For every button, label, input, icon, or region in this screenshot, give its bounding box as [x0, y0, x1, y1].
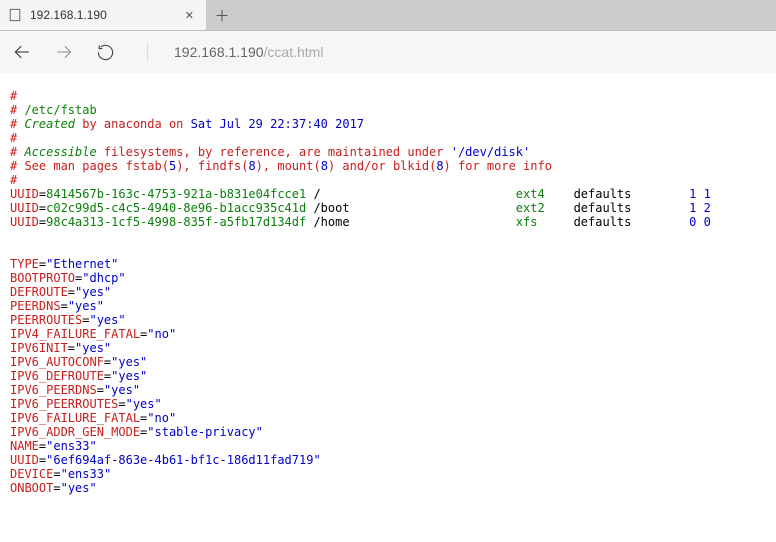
ifcfg-line: PEERDNS — [10, 299, 61, 313]
tab-bar: 192.168.1.190 ✕ ＋ — [0, 0, 776, 31]
ifcfg-line: IPV6_DEFROUTE — [10, 369, 104, 383]
separator — [147, 42, 148, 62]
tab-title: 192.168.1.190 — [30, 8, 173, 22]
reload-button[interactable] — [96, 43, 115, 62]
comment: # — [10, 89, 17, 103]
ifcfg-line: IPV6_FAILURE_FATAL — [10, 411, 140, 425]
page-content: # # /etc/fstab # Created by anaconda on … — [0, 73, 776, 505]
page-icon — [8, 8, 22, 22]
browser-tab[interactable]: 192.168.1.190 ✕ — [0, 0, 206, 30]
back-button[interactable] — [12, 42, 32, 62]
comment: # — [10, 131, 17, 145]
new-tab-button[interactable]: ＋ — [206, 0, 238, 30]
forward-button[interactable] — [54, 42, 74, 62]
ifcfg-line: IPV6_PEERDNS — [10, 383, 97, 397]
ifcfg-line: IPV6_ADDR_GEN_MODE — [10, 425, 140, 439]
created-date: Sat Jul 29 22:37:40 2017 — [191, 117, 364, 131]
ifcfg-line: IPV6INIT — [10, 341, 68, 355]
ifcfg-line: DEFROUTE — [10, 285, 68, 299]
fstab-path: /etc/fstab — [24, 103, 96, 117]
ifcfg-line: IPV6_AUTOCONF — [10, 355, 104, 369]
ifcfg-line: IPV4_FAILURE_FATAL — [10, 327, 140, 341]
comment: # — [10, 173, 17, 187]
ifcfg-line: UUID — [10, 453, 39, 467]
ifcfg-line: TYPE — [10, 257, 39, 271]
nav-bar: 192.168.1.190/ccat.html — [0, 31, 776, 73]
comment: # See man pages fstab( — [10, 159, 169, 173]
fstab-row: UUID — [10, 215, 39, 229]
close-icon[interactable]: ✕ — [181, 7, 198, 24]
ifcfg-line: DEVICE — [10, 467, 53, 481]
ifcfg-line: PEERROUTES — [10, 313, 82, 327]
url-host: 192.168.1.190 — [174, 44, 264, 60]
url-path: /ccat.html — [264, 44, 324, 60]
comment: # — [10, 103, 24, 117]
comment: # — [10, 145, 24, 159]
ifcfg-line: NAME — [10, 439, 39, 453]
fstab-row: UUID — [10, 187, 39, 201]
fstab-row: UUID — [10, 201, 39, 215]
ifcfg-line: BOOTPROTO — [10, 271, 75, 285]
word-created: Created — [24, 117, 75, 131]
ifcfg-line: IPV6_PEERROUTES — [10, 397, 118, 411]
ifcfg-line: ONBOOT — [10, 481, 53, 495]
comment: # — [10, 117, 24, 131]
address-bar[interactable]: 192.168.1.190/ccat.html — [174, 44, 323, 60]
